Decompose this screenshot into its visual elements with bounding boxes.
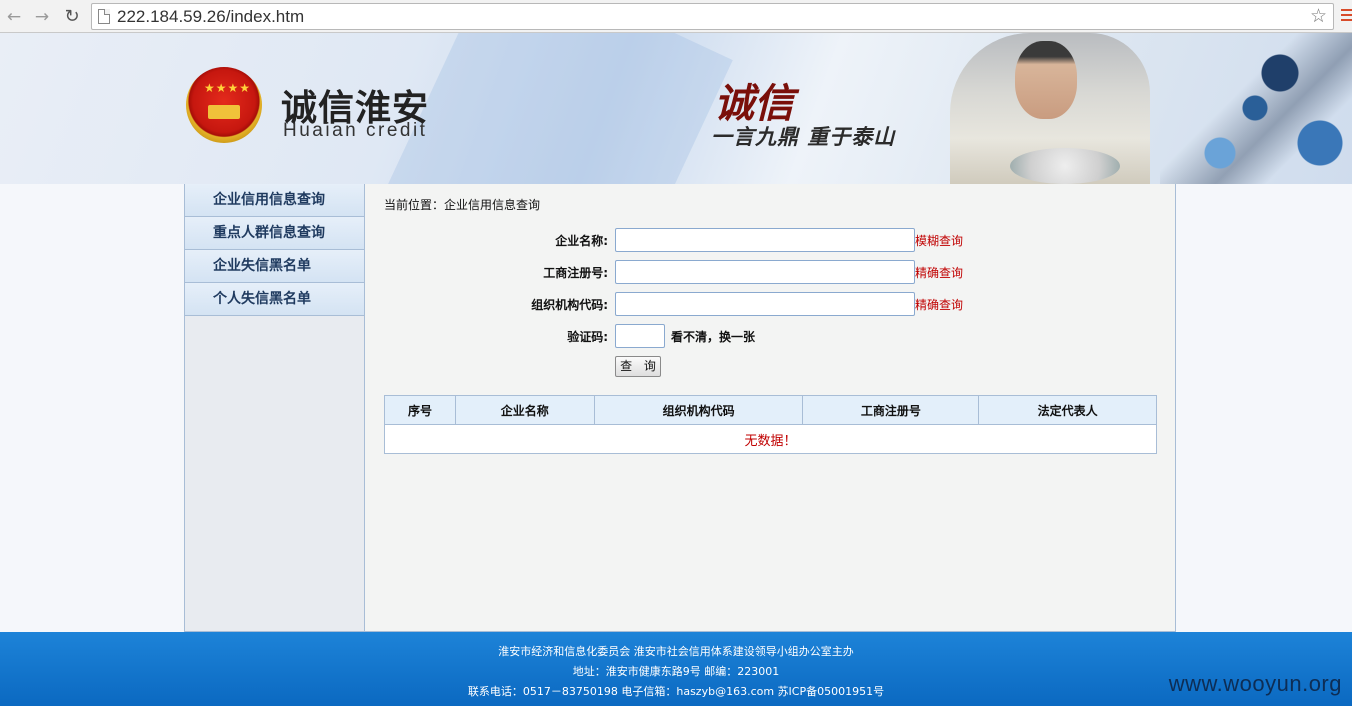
captcha-label: 验证码: [567, 330, 608, 344]
exact-query-link-reg[interactable]: 精确查询 [915, 264, 963, 281]
national-emblem-icon: ★★★★ [186, 67, 262, 143]
reg-no-label: 工商注册号: [543, 266, 608, 280]
fuzzy-query-link[interactable]: 模糊查询 [915, 232, 963, 249]
company-name-label: 企业名称: [555, 234, 608, 248]
col-header-index: 序号 [384, 395, 456, 425]
col-header-org-code: 组织机构代码 [593, 395, 804, 425]
url-text[interactable]: 222.184.59.26/index.htm [117, 7, 304, 27]
site-footer: 淮安市经济和信息化委员会 淮安市社会信用体系建设领导小组办公室主办 地址：淮安市… [0, 632, 1352, 706]
breadcrumb: 当前位置：企业信用信息查询 [384, 198, 541, 212]
company-name-input[interactable] [615, 228, 915, 252]
sidebar-item-enterprise-credit[interactable]: 企业信用信息查询 [185, 184, 364, 217]
query-button[interactable]: 查 询 [615, 356, 661, 377]
address-bar[interactable]: 222.184.59.26/index.htm ☆ [91, 3, 1334, 30]
banner-decoration [387, 33, 733, 184]
forward-icon[interactable]: → [31, 6, 53, 28]
site-subtitle: Huaian credit [283, 120, 428, 141]
footer-sponsor: 淮安市经济和信息化委员会 淮安市社会信用体系建设领导小组办公室主办 [498, 645, 854, 658]
exact-query-link-org[interactable]: 精确查询 [915, 296, 963, 313]
empty-message: 无数据！ [384, 424, 1157, 454]
col-header-legal-rep: 法定代表人 [978, 395, 1157, 425]
back-icon[interactable]: ← [3, 6, 25, 28]
sidebar-item-key-persons[interactable]: 重点人群信息查询 [185, 217, 364, 250]
site-banner: ★★★★ 诚信淮安 Huaian credit 诚信 一言九鼎 重于泰山 [0, 33, 1352, 184]
portrait-image [950, 33, 1150, 184]
sidebar-item-enterprise-blacklist[interactable]: 企业失信黑名单 [185, 250, 364, 283]
bookmark-star-icon[interactable]: ☆ [1310, 5, 1327, 27]
footer-address: 地址：淮安市健康东路9号 邮编：223001 [572, 665, 780, 678]
sidebar: 企业信用信息查询 重点人群信息查询 企业失信黑名单 个人失信黑名单 [184, 184, 365, 632]
footer-contact: 联系电话：0517－83750198 电子信箱：haszyb@163.com 苏… [467, 685, 885, 698]
page-icon [98, 9, 110, 24]
plum-blossom-image [1160, 33, 1352, 184]
browser-toolbar: ← → ↻ 222.184.59.26/index.htm ☆ [0, 0, 1352, 33]
org-code-input[interactable] [615, 292, 915, 316]
reload-icon[interactable]: ↻ [61, 6, 83, 28]
table-header-row: 序号 企业名称 组织机构代码 工商注册号 法定代表人 [384, 395, 1157, 425]
main-content: 当前位置：企业信用信息查询 企业名称: 模糊查询 工商注册号: 精确查询 组织机… [364, 184, 1176, 632]
captcha-refresh-link[interactable]: 看不清，换一张 [671, 328, 755, 345]
captcha-input[interactable] [615, 324, 665, 348]
sidebar-item-personal-blacklist[interactable]: 个人失信黑名单 [185, 283, 364, 316]
org-code-label: 组织机构代码: [531, 298, 608, 312]
col-header-company-name: 企业名称 [454, 395, 595, 425]
table-row: 无数据！ [384, 424, 1157, 454]
reg-no-input[interactable] [615, 260, 915, 284]
menu-icon[interactable] [1341, 9, 1352, 23]
results-table: 序号 企业名称 组织机构代码 工商注册号 法定代表人 无数据！ [384, 395, 1157, 454]
slogan-sub: 一言九鼎 重于泰山 [711, 124, 896, 149]
col-header-reg-no: 工商注册号 [802, 395, 980, 425]
watermark: www.wooyun.org [1168, 671, 1342, 696]
